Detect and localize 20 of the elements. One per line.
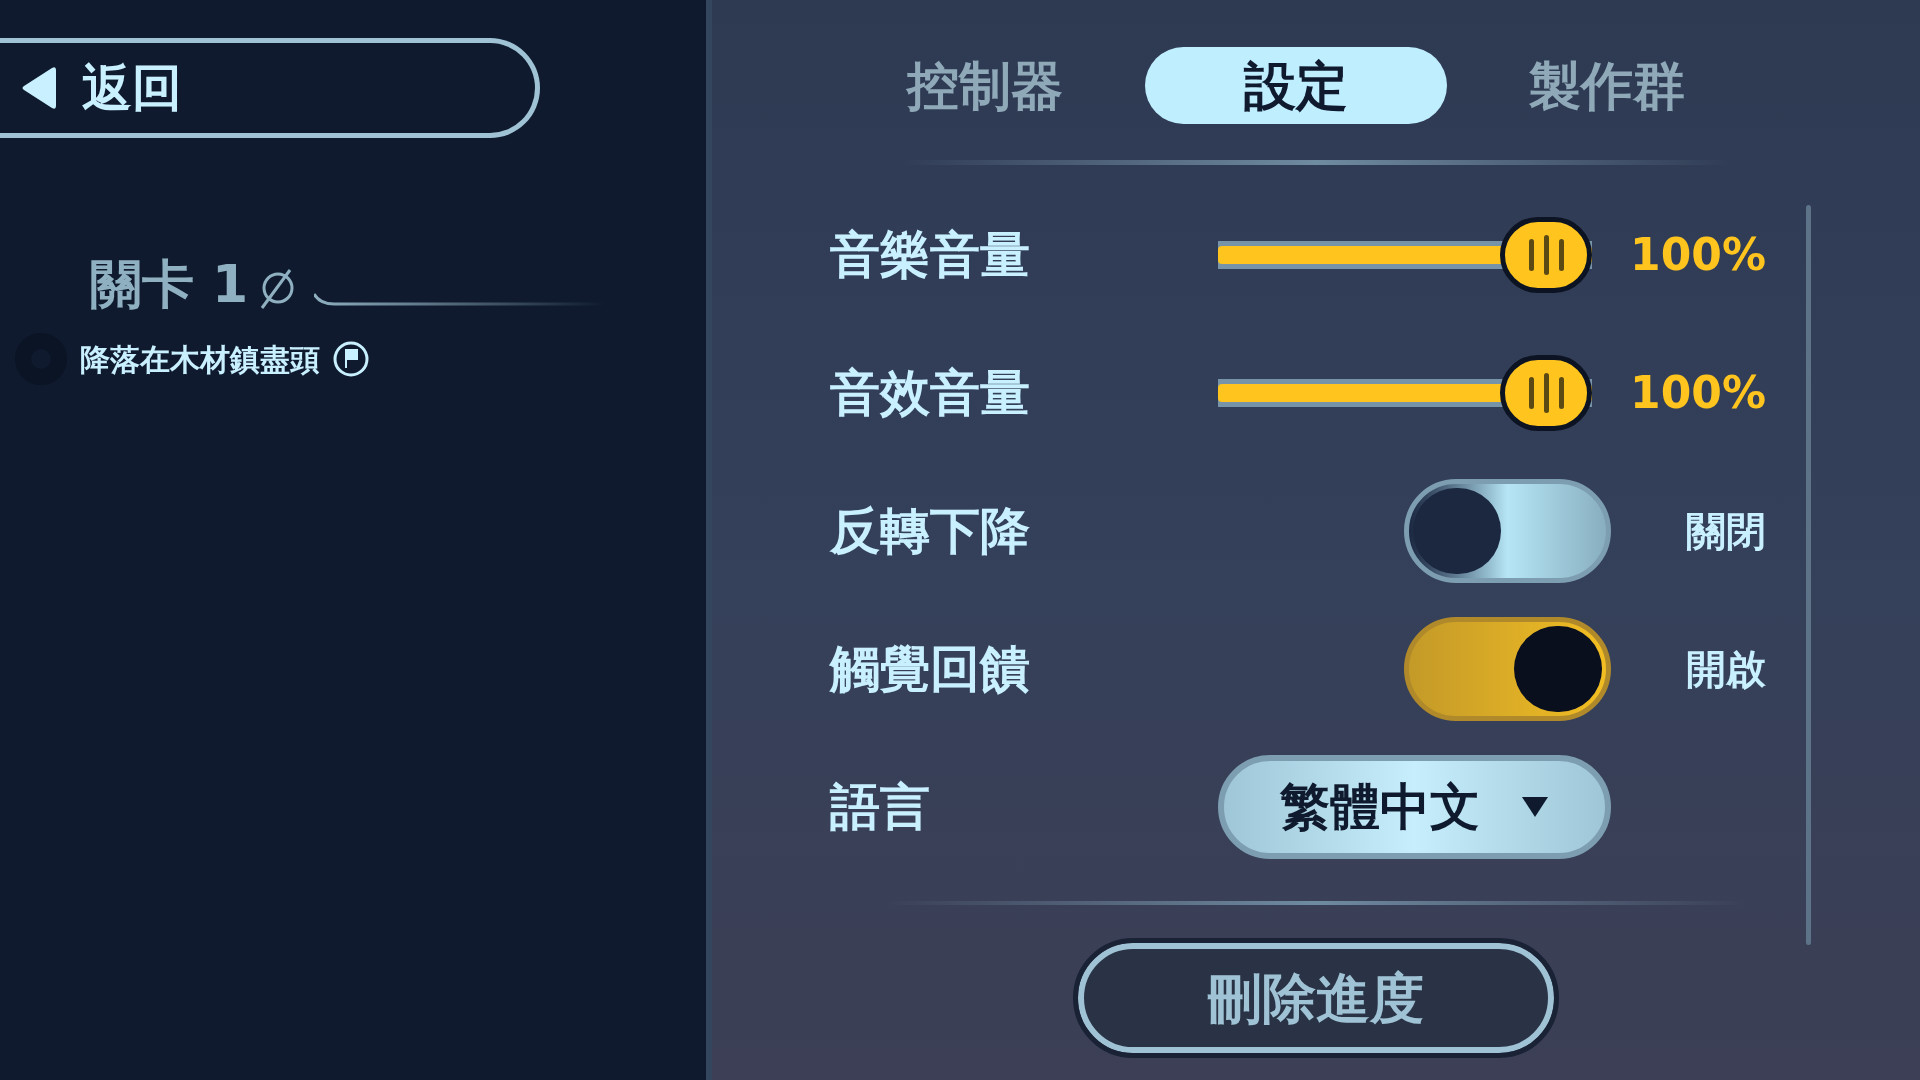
level-title: 關卡 1 [90, 258, 249, 310]
tab[interactable]: 製作群 [1487, 47, 1727, 124]
setting-label: 音效音量 [830, 362, 1031, 424]
objective-text: 降落在木材鎮盡頭 [80, 340, 320, 379]
setting-label: 觸覺回饋 [830, 638, 1031, 700]
volume-value: 100% [1630, 366, 1766, 420]
setting-label: 語言 [830, 776, 931, 838]
back-arrow-icon [20, 66, 58, 110]
flag-icon [332, 340, 370, 378]
tab[interactable]: 設定 [1145, 47, 1447, 124]
language-dropdown[interactable]: 繁體中文 [1218, 755, 1611, 859]
back-button[interactable]: 返回 [0, 38, 540, 138]
volume-value: 100% [1630, 228, 1766, 282]
setting-label: 反轉下降 [830, 500, 1031, 562]
setting-label: 音樂音量 [830, 224, 1031, 286]
toggle-state-text: 開啟 [1686, 645, 1766, 694]
tab[interactable]: 控制器 [865, 47, 1105, 124]
dropdown-caret-icon [1519, 795, 1550, 819]
toggle-state-text: 關閉 [1686, 507, 1766, 556]
scrollbar[interactable] [1806, 205, 1811, 945]
